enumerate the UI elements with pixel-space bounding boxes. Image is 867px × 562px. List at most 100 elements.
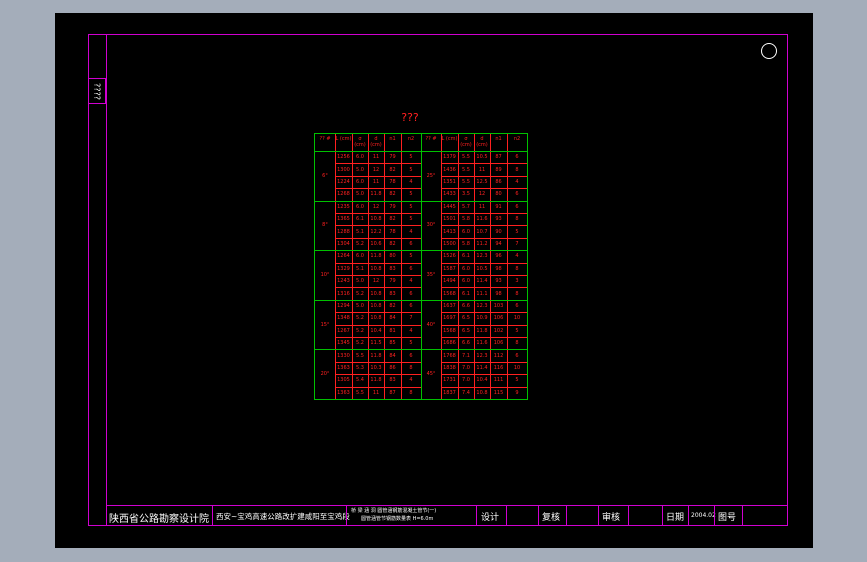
table-cell: 10.7	[476, 228, 488, 235]
table-cell: 111	[493, 377, 504, 384]
table-cell: 1363	[337, 365, 350, 371]
table-header-cell: n1	[495, 136, 502, 142]
table-cell: 7.0	[462, 377, 470, 384]
table-cell: 11.4	[476, 365, 488, 371]
table-cell: 6.0	[356, 203, 364, 210]
table-header-cell: σ (cm)	[354, 136, 366, 148]
table-cell: 5.5	[462, 166, 470, 173]
table-row-line	[441, 324, 527, 326]
table-cell: 12.5	[476, 179, 488, 185]
table-cell: 78	[389, 179, 396, 185]
title-block-separator	[742, 506, 743, 526]
table-cell: 1330	[337, 352, 350, 359]
table-cell: 5	[515, 327, 519, 334]
table-cell: 4	[409, 327, 413, 334]
table-row-line	[421, 200, 527, 202]
table-cell: 5.3	[356, 365, 364, 371]
angle-group-label: 8°	[322, 222, 328, 229]
table-cell: 79	[389, 154, 396, 161]
table-cell: 5	[409, 191, 413, 198]
table-cell: 1235	[337, 203, 350, 210]
angle-group-label: 10°	[320, 272, 330, 278]
table-cell: 10.8	[370, 315, 382, 322]
table-row-line	[315, 200, 421, 202]
table-cell: 11.8	[370, 253, 382, 260]
title-block-separator	[212, 506, 213, 526]
table-cell: 8	[515, 166, 519, 173]
table-cell: 1436	[443, 166, 456, 173]
table-row-line	[335, 275, 421, 276]
table-cell: 6	[515, 303, 519, 309]
table-cell: 5.5	[462, 179, 470, 185]
table-cell: 1363	[337, 389, 350, 396]
table-row-line	[441, 163, 527, 165]
table-cell: 1243	[337, 278, 350, 285]
table-cell: 112	[493, 352, 504, 359]
table-cell: 5.0	[356, 191, 364, 198]
table-cell: 11.8	[370, 352, 382, 359]
table-cell: 5.1	[356, 265, 364, 272]
table-cell: 5	[409, 253, 413, 260]
table-cell: 6.5	[462, 315, 470, 322]
table-cell: 10.8	[370, 216, 382, 223]
table-cell: 5.4	[356, 377, 364, 384]
table-cell: 5.5	[462, 154, 470, 161]
table-row-line	[441, 374, 527, 376]
table-cell: 4	[515, 179, 519, 185]
header-divider	[315, 151, 527, 152]
drawing-title-line2: 圆管涵管节钢筋数量表 H=6.0m	[361, 516, 434, 522]
table-cell: 6	[515, 352, 519, 359]
table-cell: 1351	[443, 179, 456, 185]
table-cell: 11.6	[476, 340, 488, 347]
table-cell: 93	[495, 278, 502, 285]
table-cell: 12	[372, 166, 380, 173]
table-row-line	[315, 349, 421, 351]
table-cell: 1568	[443, 327, 456, 334]
table-cell: 11.5	[370, 340, 382, 347]
table-header-cell: n1	[389, 136, 396, 142]
design-label: 设计	[481, 513, 500, 523]
table-cell: 6	[515, 191, 519, 198]
table-cell: 6.1	[462, 290, 470, 297]
table-cell: 1365	[337, 216, 350, 223]
table-cell: 85	[389, 340, 396, 347]
table-row-line	[335, 324, 421, 326]
table-cell: 11	[372, 154, 380, 161]
table-cell: 10.6	[370, 241, 382, 247]
table-cell: 6.5	[462, 327, 470, 334]
table-cell: 3.5	[462, 191, 470, 198]
table-title: ???	[401, 111, 419, 124]
table-header-cell: ?? #	[319, 136, 331, 142]
table-cell: 11.8	[370, 377, 382, 384]
angle-group-label: 6°	[322, 172, 328, 179]
table-cell: 5	[409, 340, 413, 347]
table-cell: 1264	[337, 253, 350, 260]
table-cell: 10.4	[370, 327, 382, 334]
table-row-line	[335, 386, 421, 388]
table-cell: 10.8	[370, 303, 382, 309]
table-cell: 84	[389, 315, 396, 322]
table-cell: 6.1	[462, 253, 470, 260]
table-row-line	[335, 337, 421, 338]
table-cell: 7	[515, 241, 519, 247]
table-cell: 11	[478, 166, 486, 173]
title-block-separator	[662, 506, 663, 526]
table-cell: 11.6	[476, 216, 488, 223]
table-cell: 94	[495, 241, 502, 247]
table-cell: 12.3	[476, 352, 488, 359]
table-cell: 87	[495, 154, 502, 161]
table-cell: 6	[409, 352, 413, 359]
table-cell: 1345	[337, 340, 350, 347]
table-cell: 1494	[443, 278, 456, 285]
table-cell: 86	[495, 179, 502, 185]
table-cell: 12	[478, 191, 486, 198]
table-cell: 5	[409, 203, 413, 210]
table-cell: 1526	[443, 253, 456, 260]
table-cell: 1587	[443, 265, 456, 272]
table-cell: 82	[389, 216, 396, 223]
table-cell: 116	[493, 365, 504, 371]
table-cell: 12.3	[476, 303, 488, 309]
table-row-line	[441, 262, 527, 264]
table-row-line	[335, 237, 421, 239]
angle-group-label: 15°	[320, 321, 330, 328]
